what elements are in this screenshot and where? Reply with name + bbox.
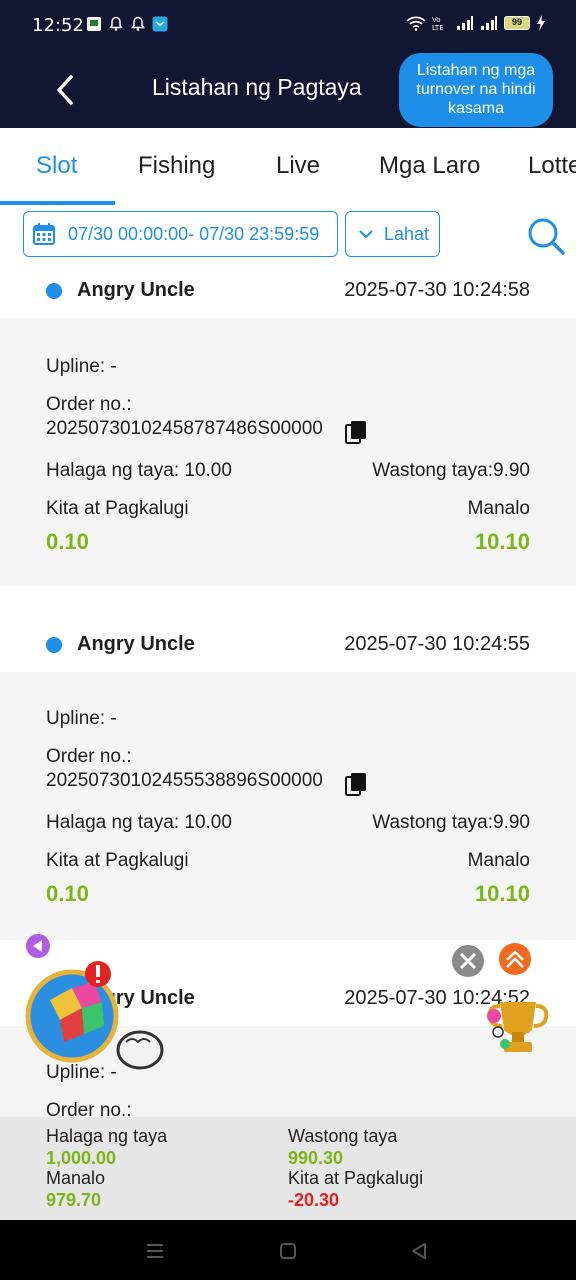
app-header: 12:52 Vo LTE 99 Listahan ng Pagtaya Lista… bbox=[0, 0, 576, 128]
tab-lottery[interactable]: Lotte bbox=[528, 152, 576, 180]
order-label: Order no.: bbox=[46, 746, 132, 767]
upline-text: Upline: - bbox=[46, 356, 117, 377]
calendar-icon bbox=[33, 223, 55, 245]
win-value: 10.10 bbox=[474, 529, 530, 554]
tab-live[interactable]: Live bbox=[276, 152, 320, 180]
notification-icons bbox=[86, 16, 168, 32]
volte-icon: VoLTE bbox=[432, 16, 444, 31]
total-profit-loss-value: -20.30 bbox=[288, 1190, 340, 1210]
valid-bet: Wastong taya:9.90 bbox=[372, 460, 530, 481]
total-bet-value: 1,000.00 bbox=[46, 1148, 117, 1168]
valid-bet: Wastong taya:9.90 bbox=[372, 812, 530, 833]
bet-amount: Halaga ng taya: 10.00 bbox=[46, 812, 232, 833]
signal-icon bbox=[457, 16, 473, 30]
wifi-icon bbox=[406, 16, 426, 31]
game-name: Angry Uncle bbox=[77, 633, 195, 655]
status-bar: 12:52 Vo LTE 99 bbox=[0, 0, 576, 52]
upline-text: Upline: - bbox=[46, 708, 117, 729]
tab-mga-laro[interactable]: Mga Laro bbox=[379, 152, 480, 180]
charging-icon bbox=[537, 15, 545, 31]
total-win-value: 979.70 bbox=[46, 1190, 102, 1210]
system-icons: Vo LTE 99 bbox=[406, 15, 546, 31]
summary-panel: Halaga ng taya 1,000.00 Wastong taya 990… bbox=[0, 1117, 576, 1220]
copy-icon[interactable] bbox=[345, 420, 367, 444]
excluded-turnover-button[interactable]: Listahan ng mga turnover na hindi kasama bbox=[399, 53, 553, 127]
floating-game-widget[interactable] bbox=[22, 930, 172, 1080]
record-timestamp: 2025-07-30 10:24:58 bbox=[344, 279, 530, 301]
system-navigation-bar bbox=[0, 1220, 576, 1280]
svg-text:Vo: Vo bbox=[432, 16, 441, 24]
date-range-filter[interactable]: 07/30 00:00:00- 07/30 23:59:59 bbox=[23, 211, 338, 257]
filter-bar: 07/30 00:00:00- 07/30 23:59:59 Lahat bbox=[0, 206, 576, 264]
profit-loss-value: 0.10 bbox=[46, 529, 89, 554]
order-number: 20250730102455538896S00000 bbox=[46, 770, 323, 791]
record-header: Angry Uncle 2025-07-30 10:24:58 bbox=[0, 264, 576, 318]
order-label: Order no.: bbox=[46, 394, 132, 415]
bet-amount: Halaga ng taya: 10.00 bbox=[46, 460, 232, 481]
record-details: Upline: - Order no.: 2025073010245878748… bbox=[0, 318, 576, 586]
date-range-text: 07/30 00:00:00- 07/30 23:59:59 bbox=[68, 223, 320, 244]
total-valid-bet-label: Wastong taya bbox=[288, 1126, 398, 1146]
active-tab-indicator bbox=[0, 201, 115, 205]
win-label: Manalo bbox=[467, 498, 530, 519]
category-tabs: Slot Fishing Live Mga Laro Lotte bbox=[0, 128, 576, 206]
bell-icon bbox=[109, 16, 123, 31]
tab-fishing[interactable]: Fishing bbox=[138, 152, 215, 180]
back-nav-icon[interactable] bbox=[408, 1240, 430, 1262]
profit-loss-label: Kita at Pagkalugi bbox=[46, 498, 189, 519]
back-icon[interactable] bbox=[50, 72, 82, 108]
page-title: Listahan ng Pagtaya bbox=[152, 74, 362, 100]
win-value: 10.10 bbox=[474, 881, 530, 906]
chevron-down-icon bbox=[359, 230, 373, 239]
bell-icon bbox=[131, 16, 145, 31]
status-dot bbox=[46, 637, 62, 653]
svg-text:LTE: LTE bbox=[432, 24, 444, 31]
total-valid-bet-value: 990.30 bbox=[288, 1148, 344, 1168]
floating-trophy-widget[interactable] bbox=[450, 940, 550, 1065]
recent-apps-icon[interactable] bbox=[144, 1240, 166, 1262]
total-bet-label: Halaga ng taya bbox=[46, 1126, 168, 1146]
total-win-label: Manalo bbox=[46, 1168, 106, 1188]
order-label: Order no.: bbox=[46, 1100, 132, 1117]
record-timestamp: 2025-07-30 10:24:55 bbox=[344, 633, 530, 655]
bet-record[interactable]: Angry Uncle 2025-07-30 10:24:55 Upline: … bbox=[0, 618, 576, 940]
profit-loss-label: Kita at Pagkalugi bbox=[46, 850, 189, 871]
profit-loss-value: 0.10 bbox=[46, 881, 89, 906]
type-dropdown-value: Lahat bbox=[384, 223, 430, 244]
notification-app-icon bbox=[87, 17, 101, 31]
copy-icon[interactable] bbox=[345, 772, 367, 796]
search-icon[interactable] bbox=[526, 216, 566, 256]
record-separator bbox=[0, 586, 576, 620]
tab-slot[interactable]: Slot bbox=[36, 152, 77, 180]
chat-app-icon bbox=[152, 16, 168, 32]
bet-record[interactable]: Angry Uncle 2025-07-30 10:24:58 Upline: … bbox=[0, 264, 576, 586]
battery-icon: 99 bbox=[504, 16, 530, 30]
win-label: Manalo bbox=[467, 850, 530, 871]
record-header: Angry Uncle 2025-07-30 10:24:55 bbox=[0, 618, 576, 672]
home-icon[interactable] bbox=[277, 1240, 299, 1262]
status-time: 12:52 bbox=[32, 15, 84, 36]
game-name: Angry Uncle bbox=[77, 279, 195, 301]
trophy-icon bbox=[452, 943, 549, 1052]
dice-game-icon bbox=[25, 934, 164, 1070]
record-details: Upline: - Order no.: 2025073010245553889… bbox=[0, 672, 576, 940]
status-dot bbox=[46, 283, 62, 299]
type-dropdown[interactable]: Lahat bbox=[345, 211, 440, 257]
signal-icon bbox=[481, 16, 497, 30]
total-profit-loss-label: Kita at Pagkalugi bbox=[288, 1168, 424, 1188]
order-number: 20250730102458787486S00000 bbox=[46, 418, 323, 439]
